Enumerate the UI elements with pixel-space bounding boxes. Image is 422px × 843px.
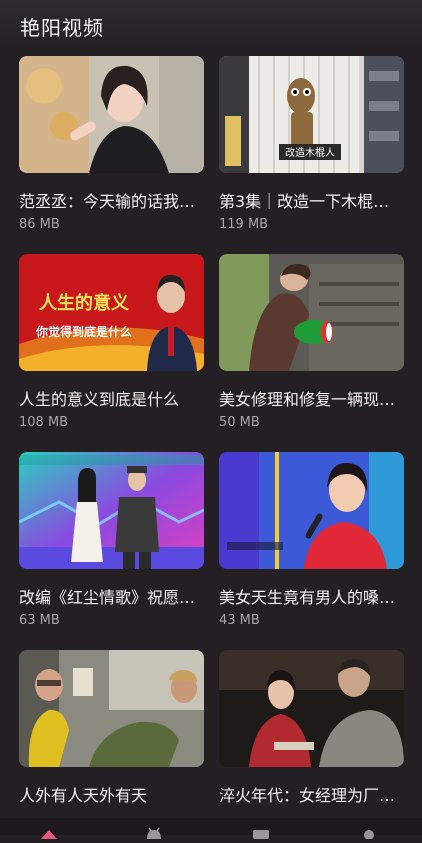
nav-tab-home[interactable]: [38, 824, 60, 839]
video-title[interactable]: 美女修理和修复一辆现…: [219, 386, 419, 410]
nav-tab-videos[interactable]: [250, 824, 272, 839]
video-icon: [253, 830, 269, 839]
nav-tab-profile[interactable]: [358, 824, 380, 840]
video-size: 119 MB: [219, 217, 269, 232]
video-thumbnail[interactable]: 人生的意义 你觉得到底是什么: [19, 254, 204, 371]
bottom-navigation: [0, 818, 422, 840]
video-title[interactable]: 范丞丞：今天输的话我…: [19, 188, 219, 212]
video-size: 63 MB: [19, 613, 60, 628]
video-thumbnail[interactable]: 改造木棍人: [219, 56, 404, 173]
video-title[interactable]: 淬火年代：女经理为厂…: [219, 782, 419, 806]
video-title[interactable]: 人生的意义到底是什么: [19, 386, 219, 410]
video-size: 50 MB: [219, 415, 260, 430]
profile-icon: [364, 830, 374, 840]
android-icon: [147, 827, 161, 839]
video-size: 86 MB: [19, 217, 60, 232]
home-icon: [41, 830, 57, 839]
video-thumbnail[interactable]: [19, 56, 204, 173]
video-title[interactable]: 改编《红尘情歌》祝愿…: [19, 584, 219, 608]
video-size: 108 MB: [19, 415, 69, 430]
video-title[interactable]: 美女天生竟有男人的嗓…: [219, 584, 419, 608]
video-thumbnail[interactable]: [19, 452, 204, 569]
nav-tab-apps[interactable]: [143, 824, 165, 839]
thumbnail-headline: 人生的意义: [39, 292, 129, 314]
video-grid: 范丞丞：今天输的话我… 86 MB 改造木棍人 第3集｜改造一下木棍… 119 …: [0, 0, 422, 835]
thumbnail-subline: 你觉得到底是什么: [35, 324, 132, 339]
video-title[interactable]: 第3集｜改造一下木棍…: [219, 188, 419, 212]
video-thumbnail[interactable]: [19, 650, 204, 767]
video-thumbnail[interactable]: [219, 254, 404, 371]
video-thumbnail[interactable]: [219, 452, 404, 569]
thumbnail-caption: 改造木棍人: [285, 146, 335, 159]
video-title[interactable]: 人外有人天外有天: [19, 782, 219, 806]
video-thumbnail[interactable]: [219, 650, 404, 767]
video-size: 43 MB: [219, 613, 260, 628]
